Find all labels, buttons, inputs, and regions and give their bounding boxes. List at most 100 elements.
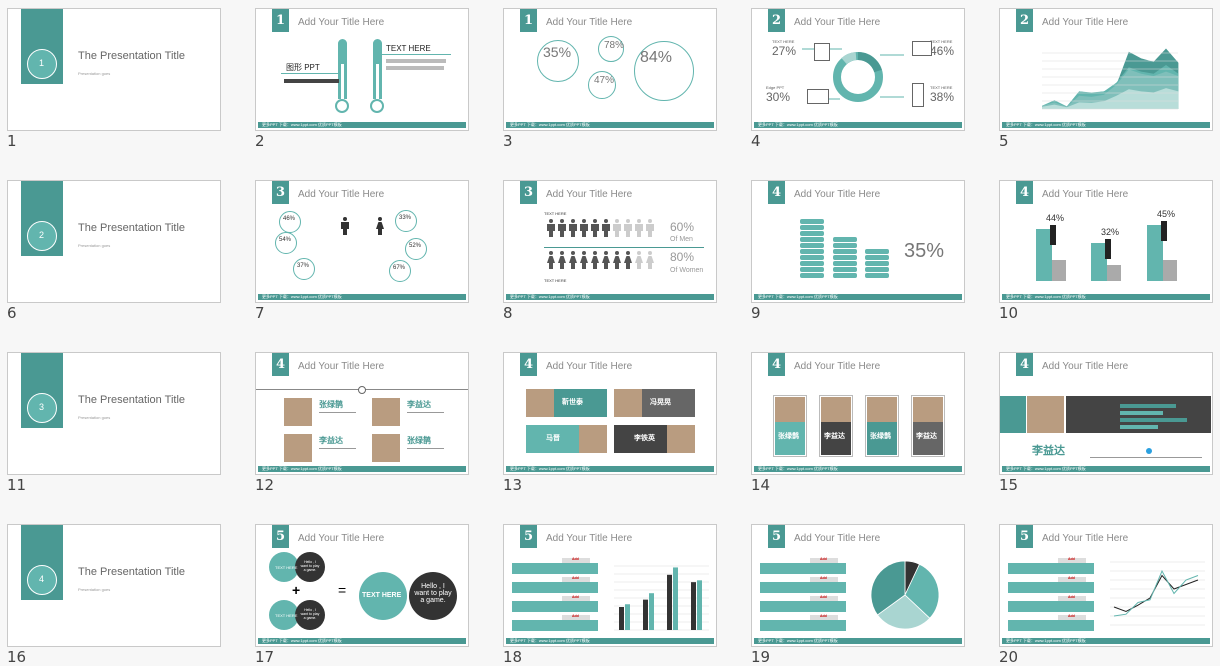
avatar	[372, 398, 400, 426]
person-body	[591, 224, 599, 231]
avatar	[913, 397, 943, 422]
person-icon	[637, 251, 641, 255]
bar	[667, 574, 672, 630]
person-icon	[549, 251, 553, 255]
divider	[407, 412, 444, 413]
body-text	[386, 59, 446, 63]
person-body	[547, 224, 555, 231]
person-icon	[560, 251, 564, 255]
slide-thumbnail-4[interactable]: 2 Add Your Title Here 更多PPT 下载：www.1ppt.co…	[751, 8, 965, 131]
bar-segment	[865, 261, 889, 266]
person-body	[558, 256, 566, 263]
slide-title: Add Your Title Here	[298, 189, 385, 200]
slide-number: 10	[999, 304, 1019, 322]
thermometer-right-bulb	[370, 99, 384, 113]
person-legs	[604, 263, 608, 269]
slide-thumbnail-11[interactable]: 3 The Presentation Title Presentation goes	[7, 352, 221, 475]
slide-thumbnail-5[interactable]: 2 Add Your Title Here 更多PPT 下载：www.1ppt.co…	[999, 8, 1213, 131]
skill-bar	[1120, 404, 1176, 408]
arrow-icon	[1161, 221, 1167, 241]
bar-segment	[800, 231, 824, 236]
slide-title: Add Your Title Here	[1042, 189, 1129, 200]
divider	[1090, 457, 1202, 458]
bar-value: 32%	[1101, 227, 1120, 237]
slide-thumbnail-8[interactable]: 3 Add Your Title Here 更多PPT 下载：www.1ppt.co…	[503, 180, 717, 303]
body-text	[386, 66, 444, 70]
slide-thumbnail-16[interactable]: 4 The Presentation Title Presentation goes	[7, 524, 221, 647]
person-icon	[378, 217, 382, 221]
person-legs	[626, 231, 630, 237]
slide-thumbnail-2[interactable]: 1 Add Your Title Here 更多PPT 下载：www.1ppt.co…	[255, 8, 469, 131]
avatar	[526, 389, 554, 417]
team-name: 李益达	[916, 433, 937, 440]
slide-thumbnail-13[interactable]: 4 Add Your Title Here 更多PPT 下载：www.1ppt.co…	[503, 352, 717, 475]
slide-number: 3	[503, 132, 513, 150]
slide-thumbnail-15[interactable]: 4 Add Your Title Here 更多PPT 下载：www.1ppt.co…	[999, 352, 1213, 475]
plus-sign: +	[292, 582, 301, 598]
label: TEXT HERE	[544, 211, 567, 216]
team-name: 冯晃晃	[650, 399, 671, 406]
slide-thumbnail-17[interactable]: 5 Add Your Title Here 更多PPT 下载：www.1ppt.co…	[255, 524, 469, 647]
person-body	[558, 224, 566, 231]
line-chart	[1000, 525, 1212, 646]
slide-thumbnail-1[interactable]: 1 The Presentation Title Presentation goes	[7, 8, 221, 131]
presentation-title: The Presentation Title	[78, 566, 186, 578]
slide-thumbnail-19[interactable]: 5 Add Your Title Here 更多PPT 下载：www.1ppt.co…	[751, 524, 965, 647]
slide-thumbnail-7[interactable]: 3 Add Your Title Here 更多PPT 下载：www.1ppt.co…	[255, 180, 469, 303]
slide-thumbnail-20[interactable]: 5 Add Your Title Here 更多PPT 下载：www.1ppt.co…	[999, 524, 1213, 647]
avatar	[372, 434, 400, 462]
footer-bar: 更多PPT 下载：www.1ppt.com 优质PPT模板	[506, 294, 714, 300]
divider	[281, 73, 341, 74]
person-body	[635, 256, 643, 263]
slide-thumbnail-18[interactable]: 5 Add Your Title Here 更多PPT 下载：www.1ppt.co…	[503, 524, 717, 647]
section-number-box: 3	[520, 181, 537, 204]
slide-number: 14	[751, 476, 771, 494]
slide-thumbnail-6[interactable]: 2 The Presentation Title Presentation goes	[7, 180, 221, 303]
stat-circle	[275, 232, 297, 254]
team-name: 靳世泰	[562, 399, 583, 406]
bar	[643, 599, 648, 630]
person-body	[624, 256, 632, 263]
slide-number: 20	[999, 648, 1019, 666]
person-body	[646, 224, 654, 231]
skill-bar	[1120, 425, 1158, 429]
slide-thumbnail-3[interactable]: 1 Add Your Title Here 更多PPT 下载：www.1ppt.co…	[503, 8, 717, 131]
slide-thumbnail-9[interactable]: 4 Add Your Title Here 更多PPT 下载：www.1ppt.co…	[751, 180, 965, 303]
slide-number: 5	[999, 132, 1009, 150]
slide-title: Add Your Title Here	[298, 533, 385, 544]
thermometer-left-inner	[341, 64, 344, 99]
person-body	[376, 222, 384, 229]
slide-thumbnail-12[interactable]: 4 Add Your Title Here 更多PPT 下载：www.1ppt.co…	[255, 352, 469, 475]
section-number-box: 3	[272, 181, 289, 204]
bar	[691, 582, 696, 630]
avatar	[284, 398, 312, 426]
contact-icon	[1146, 448, 1152, 454]
person-icon	[648, 251, 652, 255]
stat-circle	[389, 260, 411, 282]
bar-segment	[800, 255, 824, 260]
avatar	[284, 434, 312, 462]
slide-title: Add Your Title Here	[1042, 361, 1129, 372]
slide-title: Add Your Title Here	[298, 361, 385, 372]
slide-thumbnail-14[interactable]: 4 Add Your Title Here 更多PPT 下载：www.1ppt.co…	[751, 352, 965, 475]
text-label: 图形 PPT	[286, 63, 320, 72]
person-body	[624, 224, 632, 231]
stat-circle	[293, 258, 315, 280]
avatar	[667, 425, 695, 453]
footer-bar: 更多PPT 下载：www.1ppt.com 优质PPT模板	[1002, 466, 1210, 472]
slide-title: Add Your Title Here	[546, 361, 633, 372]
person-icon	[604, 219, 608, 223]
slide-number: 7	[255, 304, 265, 322]
footer-bar: 更多PPT 下载：www.1ppt.com 优质PPT模板	[258, 122, 466, 128]
slide-number: 19	[751, 648, 771, 666]
bar-segment	[833, 243, 857, 248]
divider	[407, 448, 444, 449]
bar	[619, 607, 624, 630]
stat-value: 46%	[283, 216, 296, 222]
person-legs	[593, 231, 597, 237]
person-legs	[560, 263, 564, 269]
equals-sign: =	[338, 582, 347, 598]
slide-number: 6	[7, 304, 17, 322]
slide-thumbnail-10[interactable]: 4 Add Your Title Here 更多PPT 下载：www.1ppt.co…	[999, 180, 1213, 303]
person-legs	[626, 263, 630, 269]
